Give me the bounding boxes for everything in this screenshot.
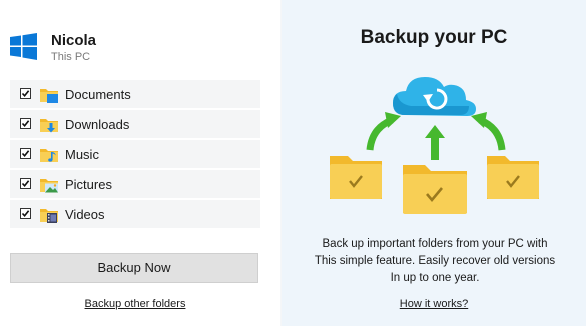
videos-folder-icon [40,209,58,223]
music-checkbox[interactable] [20,148,31,159]
music-folder-icon [40,149,58,162]
folder-row-documents[interactable]: Documents [10,80,260,108]
account-name: Nicola [51,32,97,49]
backup-now-button[interactable]: Backup Now [10,253,258,283]
how-it-works-link[interactable]: How it works? [282,298,586,310]
folder-label: Downloads [65,117,130,132]
folder-row-downloads[interactable]: Downloads [10,110,260,138]
promo-description-line: Back up important folders from your PC w… [322,238,548,250]
documents-checkbox[interactable] [20,88,31,99]
promo-description: Back up important folders from your PC w… [300,236,570,287]
folder-row-music[interactable]: Music [10,140,260,168]
folder-row-videos[interactable]: Videos [10,200,260,228]
folder-center-icon [403,165,467,214]
promo-title: Backup your PC [360,27,508,48]
folder-list: Documents Downloads Music Pictures Video… [10,80,260,230]
folder-label: Music [65,147,99,162]
backup-other-folders-link[interactable]: Backup other folders [0,298,270,310]
pictures-folder-icon [40,179,58,193]
downloads-folder-icon [40,119,58,133]
videos-checkbox[interactable] [20,208,31,219]
folder-right-icon [487,156,539,199]
promo-description-line: In up to one year. [390,272,480,284]
downloads-checkbox[interactable] [20,118,31,129]
folder-label: Pictures [65,177,112,192]
folder-row-pictures[interactable]: Pictures [10,170,260,198]
promo-description-line: This simple feature. Easily recover old … [314,255,556,267]
cloud-backup-illustration [330,77,539,214]
documents-folder-icon [40,89,58,103]
folder-left-icon [330,156,382,199]
folder-label: Documents [65,87,131,102]
windows-logo-icon [10,33,37,60]
upload-arrows [366,112,506,160]
cloud-sync-icon [393,77,476,116]
pictures-checkbox[interactable] [20,178,31,189]
folder-label: Videos [65,207,105,222]
account-subtitle: This PC [51,51,91,63]
